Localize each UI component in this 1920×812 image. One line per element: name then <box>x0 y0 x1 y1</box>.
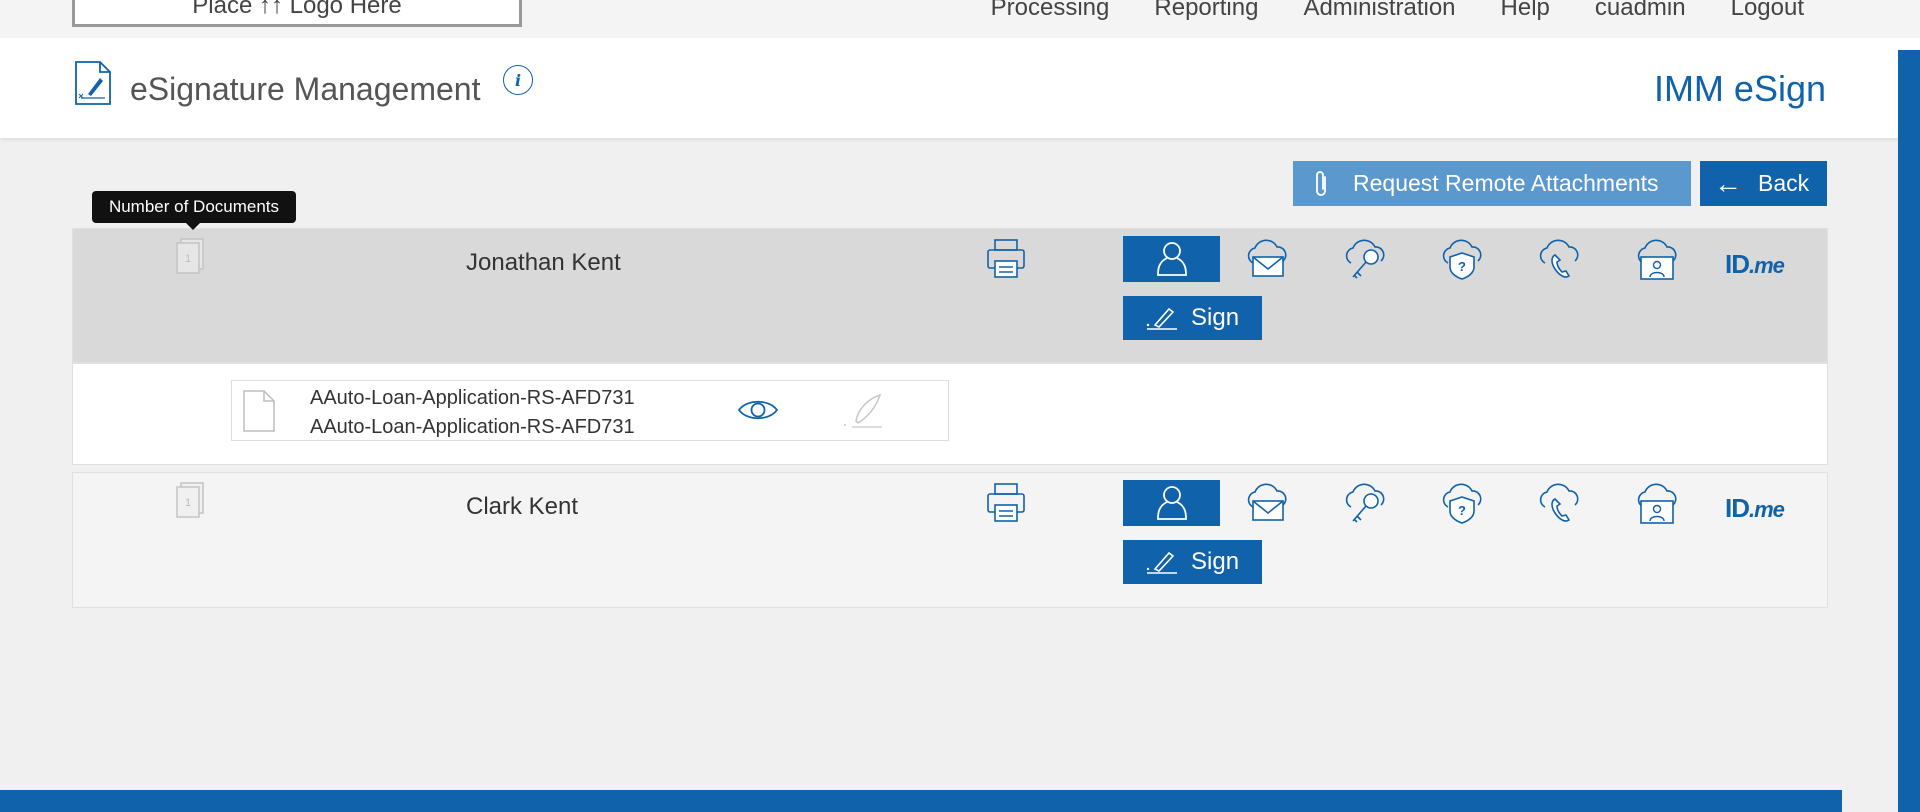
page-header: eSignature Management i IMM eSign <box>0 38 1920 138</box>
footer-bar <box>0 790 1842 812</box>
cloud-email-icon[interactable] <box>1245 239 1289 284</box>
signer-row[interactable]: 1 Clark Kent ? ID.me Sign <box>72 472 1828 608</box>
cloud-phone-icon[interactable] <box>1537 239 1581 286</box>
idme-suffix: .me <box>1749 497 1785 522</box>
tooltip-text: Number of Documents <box>108 197 280 216</box>
pen-icon <box>842 391 886 436</box>
cloud-email-icon[interactable] <box>1245 483 1289 528</box>
request-remote-attachments-label: Request Remote Attachments <box>1353 170 1659 196</box>
doc-count: 1 <box>185 253 191 265</box>
tooltip: Number of Documents <box>92 191 296 230</box>
idme-button[interactable]: ID.me <box>1725 249 1785 280</box>
cloud-phone-icon[interactable] <box>1537 483 1581 530</box>
svg-text:?: ? <box>1458 259 1466 274</box>
sign-button[interactable]: Sign <box>1123 296 1262 340</box>
file-icon <box>242 389 276 438</box>
request-remote-attachments-button[interactable]: Request Remote Attachments <box>1293 161 1691 206</box>
nav-user[interactable]: cuadmin <box>1595 0 1686 22</box>
person-icon <box>1156 486 1187 520</box>
cloud-question-icon[interactable]: ? <box>1440 239 1484 286</box>
printer-icon[interactable] <box>985 481 1027 528</box>
cloud-key-icon[interactable] <box>1343 483 1387 530</box>
cloud-id-card-icon[interactable] <box>1635 483 1679 530</box>
eye-icon[interactable] <box>737 396 779 429</box>
idme-prefix: ID <box>1725 493 1750 523</box>
idme-button[interactable]: ID.me <box>1725 493 1785 524</box>
cloud-question-icon[interactable]: ? <box>1440 483 1484 530</box>
auth-in-person-button[interactable] <box>1123 480 1220 526</box>
esign-document-icon <box>74 60 112 111</box>
printer-icon[interactable] <box>985 237 1027 284</box>
svg-text:?: ? <box>1458 503 1466 518</box>
sign-button[interactable]: Sign <box>1123 540 1262 584</box>
idme-prefix: ID <box>1725 249 1750 279</box>
document-stack-icon: 1 <box>173 237 207 282</box>
sign-label: Sign <box>1191 304 1240 331</box>
document-stack-icon: 1 <box>173 481 207 526</box>
signer-name: Clark Kent <box>466 493 579 520</box>
nav-processing[interactable]: Processing <box>991 0 1110 22</box>
document-list-row: AAuto-Loan-Application-RS-AFD731 AAuto-L… <box>72 363 1828 465</box>
cloud-key-icon[interactable] <box>1343 239 1387 286</box>
info-icon[interactable]: i <box>503 65 533 95</box>
doc-count: 1 <box>185 497 191 509</box>
signer-name: Jonathan Kent <box>466 249 621 276</box>
sign-label: Sign <box>1191 548 1240 575</box>
signature-pen-icon <box>1146 551 1177 574</box>
right-accent-strip <box>1898 50 1920 812</box>
idme-suffix: .me <box>1749 253 1785 278</box>
signature-pen-icon <box>1146 307 1177 330</box>
page-title: eSignature Management <box>130 71 481 107</box>
nav-logout[interactable]: Logout <box>1731 0 1804 22</box>
back-button[interactable]: ← Back <box>1700 161 1827 206</box>
nav-help[interactable]: Help <box>1501 0 1550 22</box>
paperclip-icon <box>1316 170 1326 196</box>
document-name: AAuto-Loan-Application-RS-AFD731 <box>310 387 635 409</box>
logo-placeholder: Place ↑↑ Logo Here <box>72 0 522 27</box>
brand-name: IMM eSign <box>1653 68 1826 109</box>
main-nav: Processing Reporting Administration Help… <box>991 0 1804 22</box>
cloud-id-card-icon[interactable] <box>1635 239 1679 286</box>
arrow-left-icon: ← <box>1714 167 1742 199</box>
person-icon <box>1156 242 1187 276</box>
top-navigation-bar: Place ↑↑ Logo Here Processing Reporting … <box>0 0 1920 38</box>
document-item[interactable]: AAuto-Loan-Application-RS-AFD731 AAuto-L… <box>231 380 949 441</box>
document-name-secondary: AAuto-Loan-Application-RS-AFD731 <box>310 416 635 438</box>
back-label: Back <box>1758 170 1810 196</box>
nav-administration[interactable]: Administration <box>1303 0 1455 22</box>
logo-text: Place ↑↑ Logo Here <box>192 0 402 19</box>
nav-reporting[interactable]: Reporting <box>1154 0 1258 22</box>
auth-in-person-button[interactable] <box>1123 236 1220 282</box>
signer-row[interactable]: 1 Jonathan Kent ? ID.me Sign <box>72 228 1828 363</box>
